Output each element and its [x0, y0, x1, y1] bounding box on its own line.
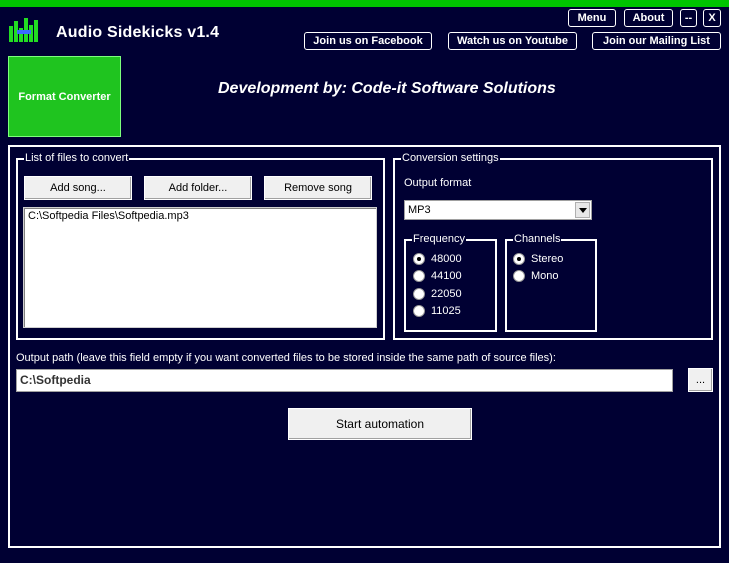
browse-button[interactable]: ... [688, 368, 713, 392]
output-format-select[interactable]: MP3 [404, 200, 592, 220]
channels-option-mono[interactable]: Mono [513, 270, 559, 282]
about-button[interactable]: About [624, 9, 673, 27]
add-song-button[interactable]: Add song... [24, 176, 132, 200]
remove-song-button[interactable]: Remove song [264, 176, 372, 200]
list-item[interactable]: C:\Softpedia Files\Softpedia.mp3 [28, 210, 372, 222]
radio-icon[interactable] [413, 270, 425, 282]
radio-icon[interactable] [413, 305, 425, 317]
menu-button[interactable]: Menu [568, 9, 616, 27]
channels-legend: Channels [513, 233, 562, 246]
frequency-option-label: 22050 [431, 288, 462, 300]
channels-option-label: Mono [531, 270, 559, 282]
frequency-option-48000[interactable]: 48000 [413, 253, 462, 265]
frequency-option-label: 48000 [431, 253, 462, 265]
frequency-option-label: 11025 [431, 305, 461, 317]
format-converter-tile[interactable]: Format Converter [8, 56, 121, 137]
file-list[interactable]: C:\Softpedia Files\Softpedia.mp3 [23, 207, 377, 328]
top-accent-bar [0, 0, 729, 7]
radio-icon[interactable] [513, 270, 525, 282]
youtube-link-button[interactable]: Watch us on Youtube [448, 32, 577, 50]
minimize-button[interactable]: -- [680, 9, 697, 27]
radio-selected-icon[interactable] [413, 253, 425, 265]
channels-option-label: Stereo [531, 253, 564, 265]
start-automation-button[interactable]: Start automation [288, 408, 472, 440]
mailing-list-link-button[interactable]: Join our Mailing List [592, 32, 721, 50]
facebook-link-button[interactable]: Join us on Facebook [304, 32, 432, 50]
settings-group-legend: Conversion settings [401, 152, 500, 165]
close-button[interactable]: X [703, 9, 721, 27]
frequency-option-11025[interactable]: 11025 [413, 305, 461, 317]
frequency-option-22050[interactable]: 22050 [413, 288, 462, 300]
output-path-label: Output path (leave this field empty if y… [16, 352, 556, 364]
output-format-label: Output format [404, 177, 472, 189]
radio-icon[interactable] [413, 288, 425, 300]
radio-selected-icon[interactable] [513, 253, 525, 265]
frequency-option-label: 44100 [431, 270, 462, 282]
frequency-legend: Frequency [412, 233, 466, 246]
output-format-value: MP3 [408, 204, 431, 216]
files-group-legend: List of files to convert [24, 152, 130, 165]
developer-credit: Development by: Code-it Software Solutio… [218, 80, 556, 97]
output-path-field[interactable]: C:\Softpedia [16, 369, 673, 392]
equalizer-icon [9, 18, 38, 42]
frequency-option-44100[interactable]: 44100 [413, 270, 462, 282]
add-folder-button[interactable]: Add folder... [144, 176, 252, 200]
chevron-down-icon[interactable] [575, 202, 590, 218]
channels-option-stereo[interactable]: Stereo [513, 253, 563, 265]
app-title: Audio Sidekicks v1.4 [56, 24, 220, 41]
